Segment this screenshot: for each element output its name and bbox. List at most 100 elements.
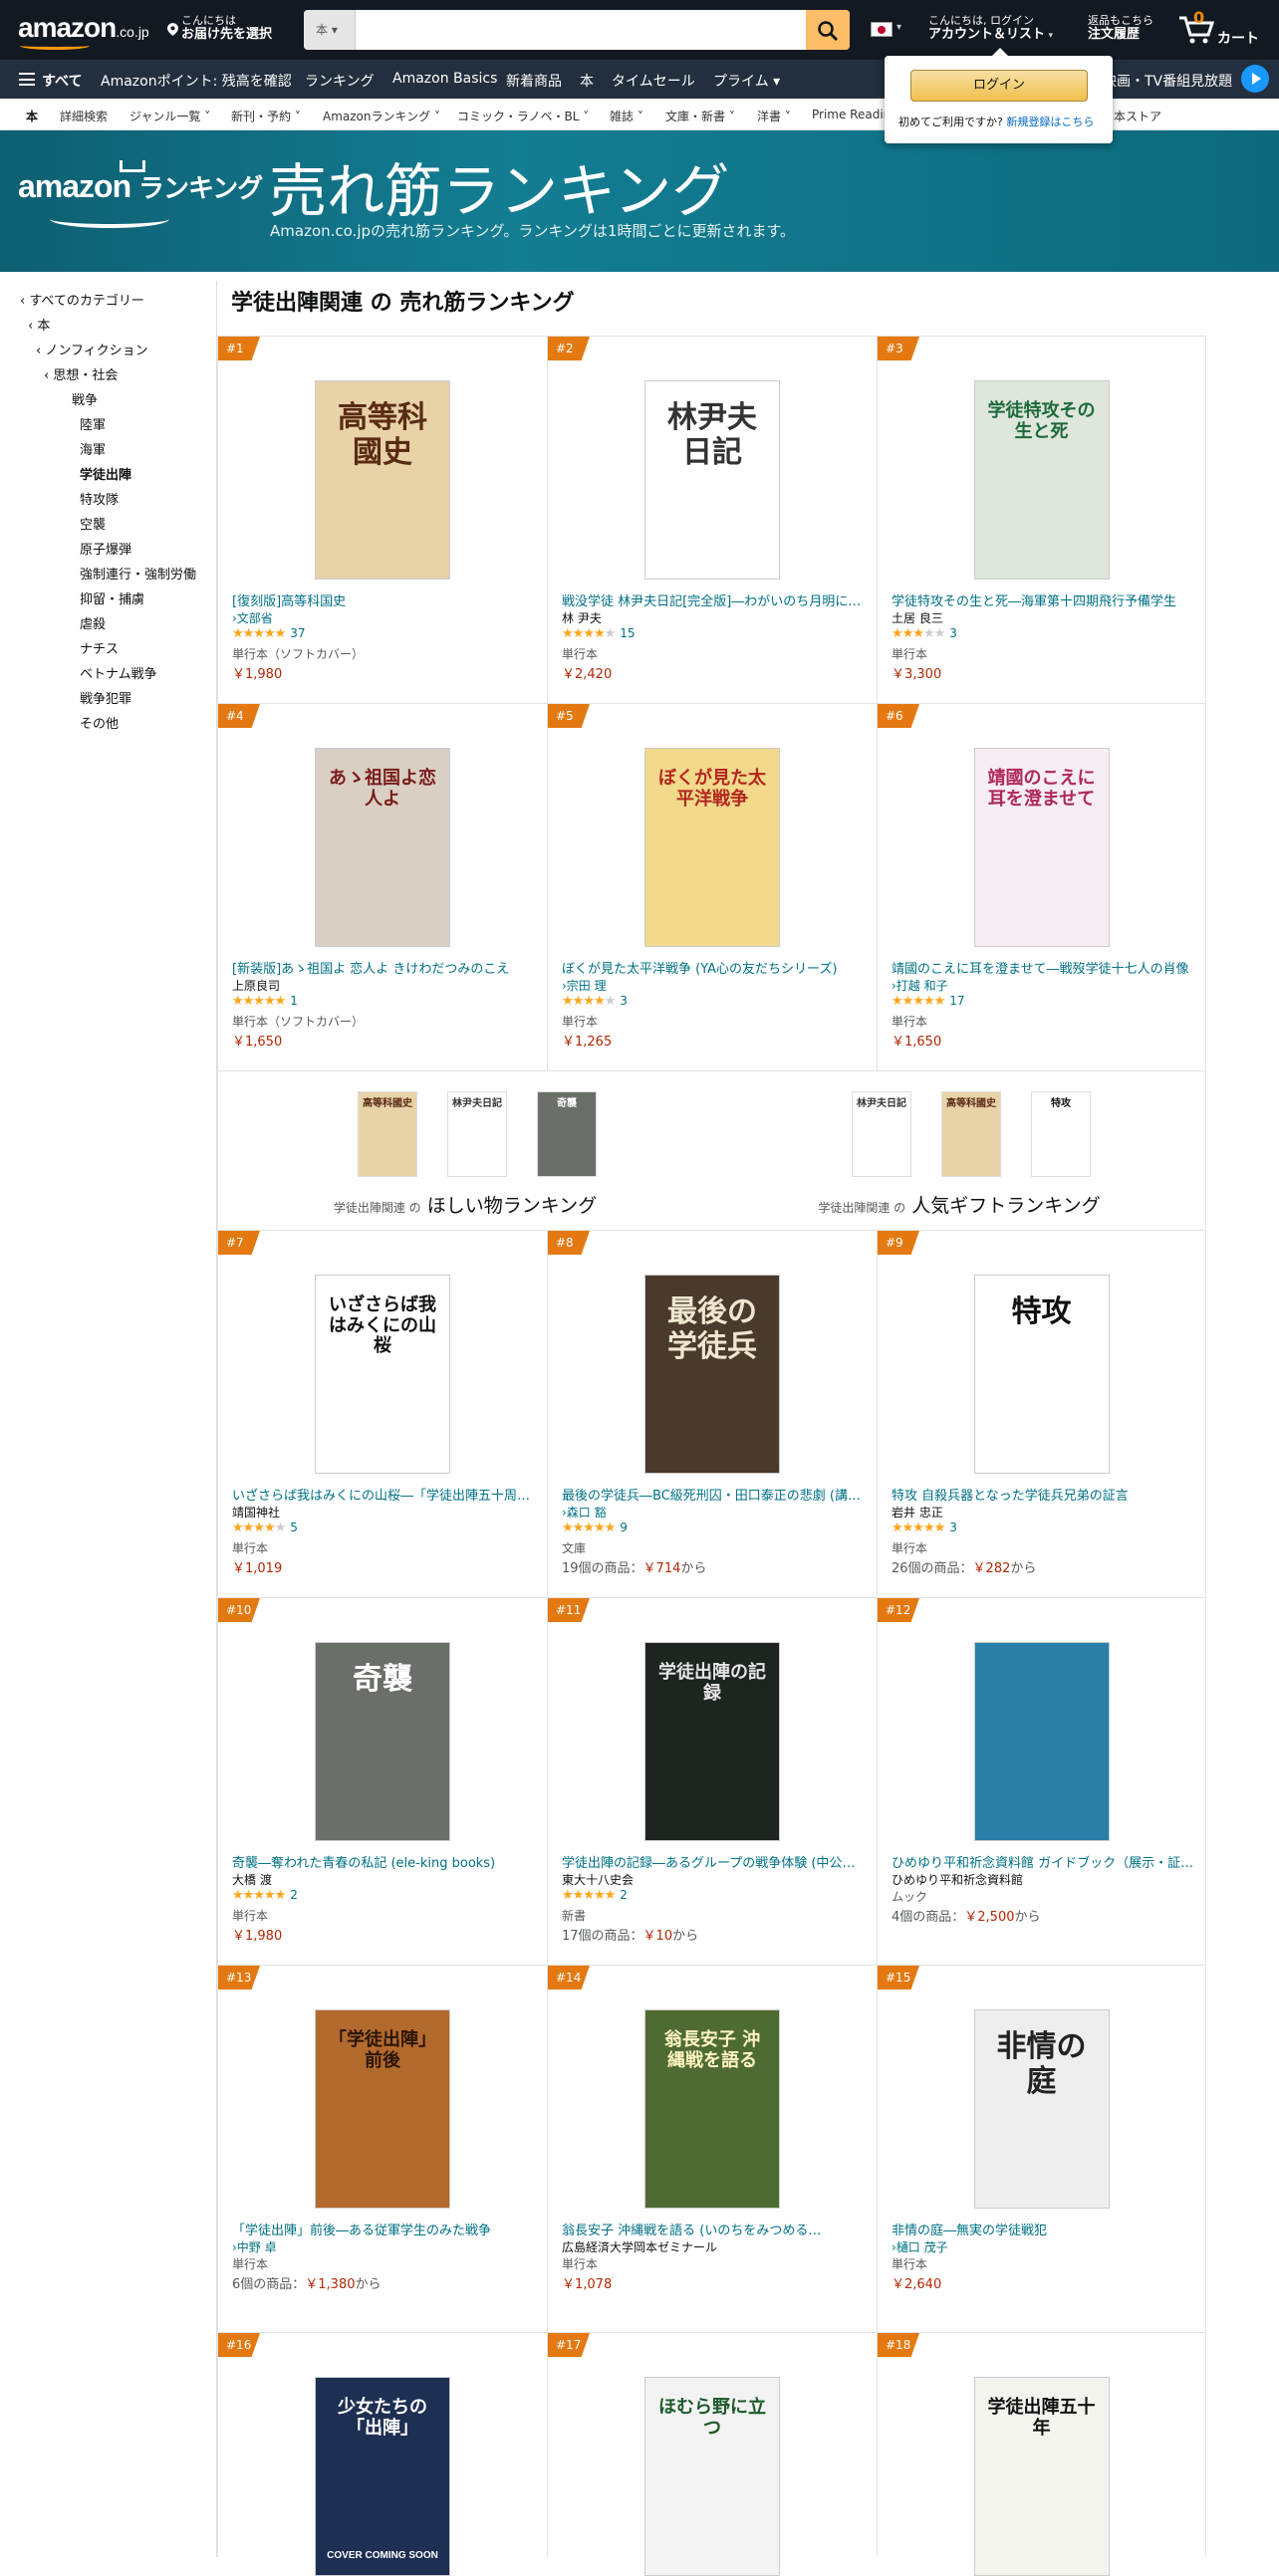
subnav-advanced-search[interactable]: 詳細検索 [60,108,108,124]
sidebar-item[interactable]: 抑留・捕虜 [20,587,209,612]
signin-button[interactable]: ログイン [910,70,1088,102]
subnav-magazines[interactable]: 雑誌 ˅ [610,108,643,124]
product-title-link[interactable]: [復刻版]高等科国史 [232,590,536,609]
subnav-bunko[interactable]: 文庫・新書 ˅ [665,108,735,124]
book-cover-image[interactable]: 少女たちの「出陣」 COVER COMING SOON [315,2377,450,2576]
star-rating[interactable]: ★★★★★ 17 [892,994,965,1009]
nav-item-timesale[interactable]: タイムセール [612,71,695,91]
star-rating[interactable]: ★★★★★ 1 [232,994,298,1009]
hamburger-menu-icon[interactable] [19,73,35,86]
review-count[interactable]: 3 [620,994,628,1008]
product-author[interactable]: ›打越 和子 [892,977,948,994]
review-count[interactable]: 1 [290,994,298,1008]
deliver-to-button[interactable]: こんにちは お届け先を選択 [167,14,272,42]
amazon-logo[interactable]: amazon.co.jp [18,12,149,44]
wishlist-ranking-link[interactable]: 高等科國史 林尹夫日記 奇襲 学徒出陣関連 の ほしい物ランキング [218,1071,712,1231]
book-cover-image[interactable] [973,1642,1110,1841]
product-author[interactable]: ›中野 卓 [232,2238,277,2255]
book-cover-image[interactable]: 非情の庭 [973,2009,1110,2209]
book-cover-image[interactable]: 奇襲 [315,1642,450,1841]
star-rating[interactable]: ★★★★★ 37 [232,626,306,641]
subnav-comics[interactable]: コミック・ラノベ・BL ˅ [457,108,589,124]
review-count[interactable]: 3 [949,1521,957,1534]
book-cover-image[interactable]: 特攻 [973,1275,1110,1474]
review-count[interactable]: 2 [620,1888,628,1902]
subnav-book-store[interactable]: 本ストア [1114,108,1161,124]
book-cover-image[interactable]: 学徒出陣の記録 [644,1642,780,1841]
product-title-link[interactable]: 学徒特攻その生と死―海軍第十四期飛行予備学生 [892,590,1195,609]
review-count[interactable]: 9 [620,1521,628,1534]
sidebar-item[interactable]: 戦争 [20,388,209,413]
sidebar-item[interactable]: ナチス [20,637,209,662]
product-title-link[interactable]: 最後の学徒兵―BC級死刑囚・田口泰正の悲劇 (講談社文庫) [562,1485,866,1504]
product-author[interactable]: ›文部省 [232,609,273,626]
subnav-genre[interactable]: ジャンル一覧 ˅ [129,108,210,124]
register-link[interactable]: 新規登録はこちら [1006,116,1094,128]
product-author[interactable]: ›森口 豁 [562,1504,607,1521]
sidebar-item[interactable]: 特攻隊 [20,488,209,513]
search-input[interactable] [356,10,804,50]
book-cover-image[interactable]: 靖國のこえに耳を澄ませて [973,748,1110,947]
sidebar-item[interactable]: ‹ 本 [20,314,209,339]
star-rating[interactable]: ★★★★★ 9 [562,1521,628,1535]
sidebar-item[interactable]: 海軍 [20,438,209,463]
star-rating[interactable]: ★★★★★ 2 [562,1888,628,1903]
cart-button[interactable]: 0 カート [1177,8,1267,50]
play-icon[interactable] [1241,65,1269,93]
sidebar-item[interactable]: ベトナム戦争 [20,662,209,687]
sidebar-item[interactable]: ‹ ノンフィクション [20,339,209,363]
review-count[interactable]: 5 [290,1521,298,1534]
product-title-link[interactable]: 学徒出陣の記録―あるグループの戦争体験 (中公新書) [562,1852,866,1871]
star-rating[interactable]: ★★★★★ 3 [562,994,628,1009]
product-author[interactable]: ›樋口 茂子 [892,2238,948,2255]
account-lists-button[interactable]: こんにちは, ログイン アカウント＆リスト ▾ [928,14,1053,43]
language-flag-icon[interactable] [871,22,893,37]
sidebar-item[interactable]: 陸軍 [20,413,209,438]
gift-ranking-link[interactable]: 林尹夫日記 高等科國史 特攻 学徒出陣関連 の 人気ギフトランキング [712,1071,1206,1231]
nav-item-basics[interactable]: Amazon Basics [392,71,497,87]
star-rating[interactable]: ★★★★★ 5 [232,1521,298,1535]
sidebar-item[interactable]: 戦争犯罪 [20,687,209,712]
search-button[interactable] [806,10,850,50]
subnav-new-release[interactable]: 新刊・予約 ˅ [231,108,301,124]
product-title-link[interactable]: 翁長安子 沖縄戦を語る (いのちをみつめる… [562,2220,866,2238]
nav-item-new[interactable]: 新着商品 [506,71,562,91]
sidebar-item[interactable]: 原子爆弾 [20,538,209,563]
product-title-link[interactable]: ぼくが見た太平洋戦争 (YA心の友だちシリーズ) [562,958,866,977]
nav-item-prime[interactable]: プライム ▾ [713,71,780,91]
sidebar-item[interactable]: ‹ 思想・社会 [20,363,209,388]
star-rating[interactable]: ★★★★★ 3 [892,1521,957,1535]
book-cover-image[interactable]: 学徒出陣五十年 [973,2377,1110,2576]
orders-button[interactable]: 返品もこちら 注文履歴 [1088,14,1153,42]
sidebar-item[interactable]: その他 [20,712,209,737]
book-cover-image[interactable]: いざさらば我はみくにの山桜 [315,1275,450,1474]
product-title-link[interactable]: 特攻 自殺兵器となった学徒兵兄弟の証言 [892,1485,1195,1504]
review-count[interactable]: 15 [620,626,635,640]
book-cover-image[interactable]: 翁長安子 沖縄戦を語る [644,2009,780,2209]
subnav-amazon-ranking[interactable]: Amazonランキング ˅ [323,108,440,124]
book-cover-image[interactable]: ぼくが見た太平洋戦争 [644,748,780,947]
product-title-link[interactable]: 靖國のこえに耳を澄ませて―戦歿学徒十七人の肖像 [892,958,1195,977]
nav-item-points[interactable]: Amazonポイント: 残高を確認 [101,71,292,91]
product-title-link[interactable]: ひめゆり平和祈念資料館 ガイドブック（展示・証言） [892,1852,1195,1871]
nav-all[interactable]: すべて [42,71,82,91]
star-rating[interactable]: ★★★★★ 15 [562,626,636,641]
sidebar-item[interactable]: 強制連行・強制労働 [20,563,209,587]
book-cover-image[interactable]: 高等科國史 [315,380,450,580]
book-cover-image[interactable]: ほむら野に立つ [644,2377,780,2576]
search-category-select[interactable]: 本 ▾ [304,10,356,50]
review-count[interactable]: 2 [290,1888,298,1902]
product-title-link[interactable]: 奇襲―奪われた青春の私記 (ele-king books) [232,1852,536,1871]
sidebar-item[interactable]: ‹ すべてのカテゴリー [20,289,209,314]
book-cover-image[interactable]: 林尹夫日記 [644,380,780,580]
nav-item-prime-video[interactable]: 映画・TV番組見放題 [1103,71,1232,91]
nav-item-ranking[interactable]: ランキング [305,71,375,91]
review-count[interactable]: 37 [290,626,305,640]
sidebar-item[interactable]: 虐殺 [20,612,209,637]
book-cover-image[interactable]: あゝ祖国よ恋人よ [315,748,450,947]
star-rating[interactable]: ★★★★★ 3 [892,626,957,641]
product-author[interactable]: ›宗田 理 [562,977,607,994]
product-title-link[interactable]: 非情の庭―無実の学徒戦犯 [892,2220,1195,2238]
book-cover-image[interactable]: 学徒特攻その生と死 [973,380,1110,580]
review-count[interactable]: 17 [949,994,964,1008]
